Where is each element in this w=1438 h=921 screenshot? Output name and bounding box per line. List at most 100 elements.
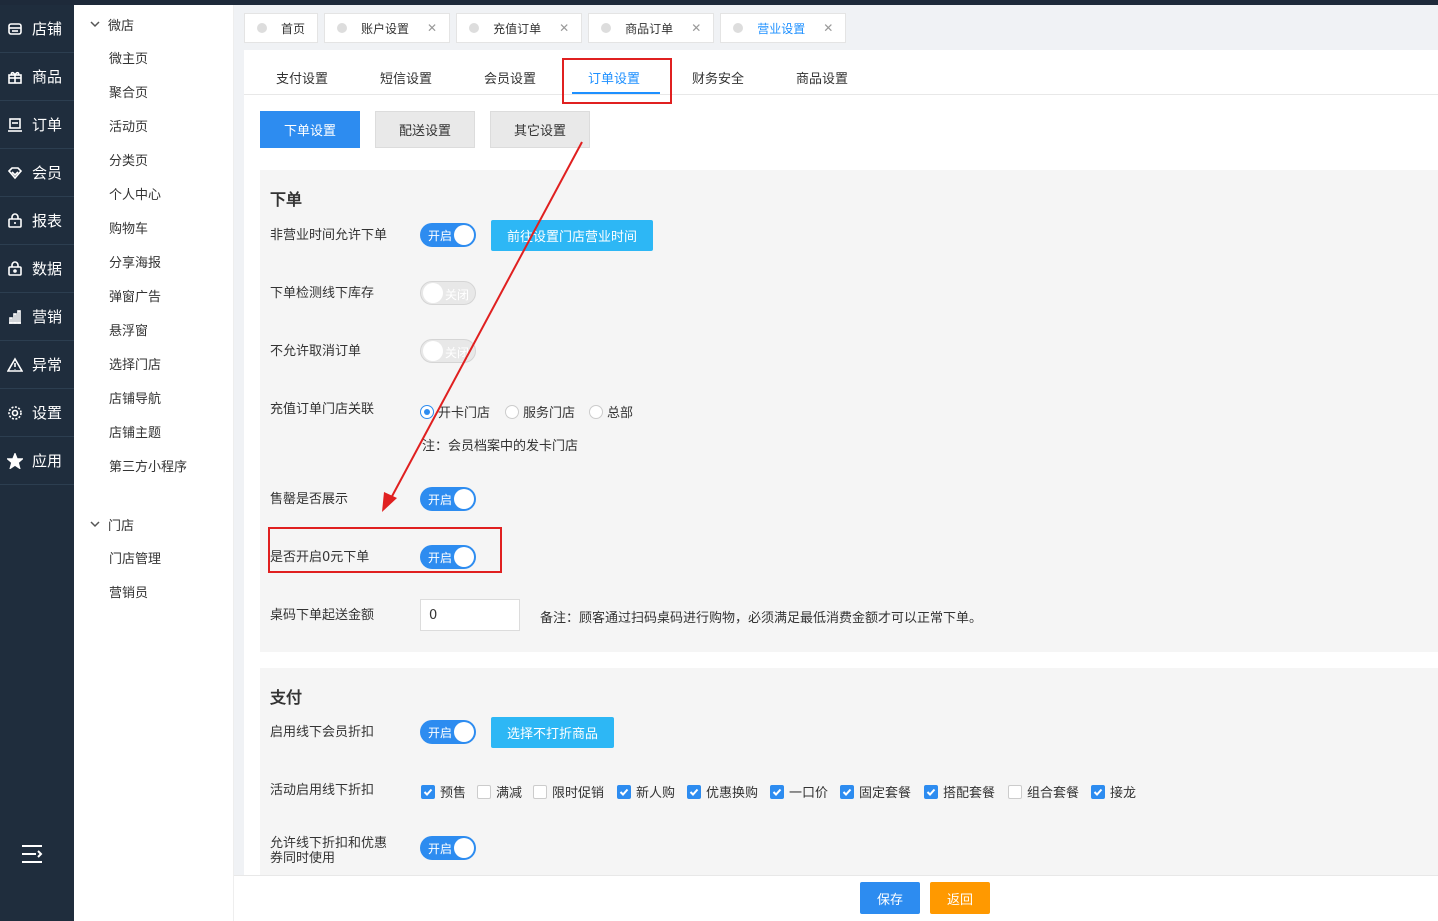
subtab-sms[interactable]: 短信设置 xyxy=(380,68,432,87)
nav-item-orders[interactable]: 订单 xyxy=(0,101,74,149)
radio-card-store[interactable]: 开卡门店 xyxy=(420,402,490,421)
submenu-item[interactable]: 分享海报 xyxy=(74,247,233,281)
nav-label: 商品 xyxy=(32,68,63,86)
submenu-group-weidian[interactable]: 微店 xyxy=(74,5,233,43)
back-button[interactable]: 返回 xyxy=(930,882,990,914)
checkbox-fixed-price[interactable]: 一口价 xyxy=(770,782,828,801)
submenu-item[interactable]: 门店管理 xyxy=(74,543,233,577)
submenu-item[interactable]: 悬浮窗 xyxy=(74,315,233,349)
chevron-down-icon xyxy=(90,19,100,29)
sub-menu: 微店 微主页 聚合页 活动页 分类页 个人中心 购物车 分享海报 弹窗广告 悬浮… xyxy=(74,5,234,921)
footer-bar: 保存 返回 xyxy=(234,875,1438,921)
switch-sold-out[interactable]: 开启 xyxy=(420,487,476,511)
pay-section: 支付 启用线下会员折扣 开启 选择不打折商品 活动启用线下折扣 预售 满减 限时… xyxy=(260,668,1438,876)
subtab-member[interactable]: 会员设置 xyxy=(484,68,536,87)
submenu-item[interactable]: 微主页 xyxy=(74,43,233,77)
nav-label: 应用 xyxy=(32,452,63,470)
tab-account[interactable]: 账户设置 ✕ xyxy=(324,13,451,43)
settings-subtabs: 支付设置 短信设置 会员设置 订单设置 财务安全 商品设置 xyxy=(244,50,1438,95)
submenu-group-stores[interactable]: 门店 xyxy=(74,505,233,543)
nav-item-data[interactable]: 数据 xyxy=(0,245,74,293)
checkbox-flash-sale[interactable]: 限时促销 xyxy=(533,782,604,801)
submenu-item[interactable]: 营销员 xyxy=(74,577,233,611)
order-icon xyxy=(6,116,24,134)
checkbox-full-reduction[interactable]: 满减 xyxy=(477,782,522,801)
tab-dot-icon xyxy=(257,23,267,33)
highlight-box-order-tab xyxy=(562,58,672,104)
nav-label: 数据 xyxy=(32,260,63,278)
store-icon xyxy=(6,20,24,38)
submenu-item[interactable]: 第三方小程序 xyxy=(74,451,233,485)
nav-item-apps[interactable]: 应用 xyxy=(0,437,74,485)
nav-item-goods[interactable]: 商品 xyxy=(0,53,74,101)
submenu-item[interactable]: 分类页 xyxy=(74,145,233,179)
page-tab-bar: 首页 账户设置 ✕ 充值订单 ✕ 商品订单 ✕ 营业设置 ✕ xyxy=(244,13,852,43)
section-title-pay: 支付 xyxy=(270,688,303,707)
tab-business-settings[interactable]: 营业设置 ✕ xyxy=(720,13,847,43)
switch-non-business[interactable]: 开启 xyxy=(420,223,476,247)
nav-label: 订单 xyxy=(32,116,63,134)
note-table-min: 备注：顾客通过扫码桌码进行购物，必须满足最低消费金额才可以正常下单。 xyxy=(540,611,983,626)
submenu-group-label: 微店 xyxy=(108,18,135,34)
subtab-finance[interactable]: 财务安全 xyxy=(692,68,744,87)
label-member-discount: 启用线下会员折扣 xyxy=(270,725,375,740)
checkbox-jielong[interactable]: 接龙 xyxy=(1091,782,1136,801)
switch-no-cancel[interactable]: 关闭 xyxy=(420,339,476,363)
checkbox-fixed-set[interactable]: 固定套餐 xyxy=(840,782,911,801)
submenu-item[interactable]: 弹窗广告 xyxy=(74,281,233,315)
checkbox-combo-set[interactable]: 搭配套餐 xyxy=(924,782,995,801)
note-recharge-store: 注：会员档案中的发卡门店 xyxy=(422,439,579,454)
submenu-item[interactable]: 店铺导航 xyxy=(74,383,233,417)
btn-order-settings[interactable]: 下单设置 xyxy=(260,111,360,148)
nav-label: 设置 xyxy=(32,404,63,422)
checkbox-group-set[interactable]: 组合套餐 xyxy=(1008,782,1079,801)
label-check-stock: 下单检测线下库存 xyxy=(270,286,375,301)
btn-other-settings[interactable]: 其它设置 xyxy=(490,111,590,148)
btn-delivery-settings[interactable]: 配送设置 xyxy=(375,111,475,148)
tab-goods-orders[interactable]: 商品订单 ✕ xyxy=(588,13,715,43)
checkbox-exchange[interactable]: 优惠换购 xyxy=(687,782,758,801)
submenu-item[interactable]: 活动页 xyxy=(74,111,233,145)
close-icon[interactable]: ✕ xyxy=(559,21,569,35)
tab-home[interactable]: 首页 xyxy=(244,13,319,43)
switch-check-stock[interactable]: 关闭 xyxy=(420,281,476,305)
label-recharge-store: 充值订单门店关联 xyxy=(270,402,375,417)
close-icon[interactable]: ✕ xyxy=(427,21,437,35)
gift-icon xyxy=(6,68,24,86)
nav-item-reports[interactable]: 报表 xyxy=(0,197,74,245)
close-icon[interactable]: ✕ xyxy=(691,21,701,35)
checkbox-newcomer[interactable]: 新人购 xyxy=(617,782,675,801)
nav-label: 会员 xyxy=(32,164,63,182)
subtab-payment[interactable]: 支付设置 xyxy=(276,68,328,87)
submenu-item[interactable]: 购物车 xyxy=(74,213,233,247)
nav-item-marketing[interactable]: 营销 xyxy=(0,293,74,341)
radio-headquarters[interactable]: 总部 xyxy=(589,402,633,421)
submenu-item[interactable]: 选择门店 xyxy=(74,349,233,383)
subtab-goods[interactable]: 商品设置 xyxy=(796,68,848,87)
highlight-box-zero-order xyxy=(268,527,502,573)
save-button[interactable]: 保存 xyxy=(860,882,920,914)
label-activity-discount: 活动启用线下折扣 xyxy=(270,783,375,798)
btn-goto-business-hours[interactable]: 前往设置门店营业时间 xyxy=(491,220,654,251)
input-table-min[interactable] xyxy=(420,599,520,631)
nav-item-exceptions[interactable]: 异常 xyxy=(0,341,74,389)
checkbox-presale[interactable]: 预售 xyxy=(421,782,466,801)
tab-dot-icon xyxy=(337,23,348,33)
btn-select-no-discount-goods[interactable]: 选择不打折商品 xyxy=(491,717,615,748)
nav-item-settings[interactable]: 设置 xyxy=(0,389,74,437)
submenu-item[interactable]: 个人中心 xyxy=(74,179,233,213)
nav-item-store[interactable]: 店铺 xyxy=(0,5,74,53)
submenu-group-label: 门店 xyxy=(108,518,135,534)
nav-item-members[interactable]: 会员 xyxy=(0,149,74,197)
lock-bag-icon xyxy=(6,212,24,230)
tab-recharge-orders[interactable]: 充值订单 ✕ xyxy=(456,13,583,43)
switch-allow-combine[interactable]: 开启 xyxy=(420,836,476,860)
tab-dot-icon xyxy=(733,23,744,33)
close-icon[interactable]: ✕ xyxy=(823,21,833,35)
main-area: 首页 账户设置 ✕ 充值订单 ✕ 商品订单 ✕ 营业设置 ✕ 支付设置 短信设置… xyxy=(234,5,1438,921)
menu-toggle-icon[interactable] xyxy=(20,843,44,865)
submenu-item[interactable]: 店铺主题 xyxy=(74,417,233,451)
submenu-item[interactable]: 聚合页 xyxy=(74,77,233,111)
switch-member-discount[interactable]: 开启 xyxy=(420,720,476,744)
radio-service-store[interactable]: 服务门店 xyxy=(505,402,575,421)
